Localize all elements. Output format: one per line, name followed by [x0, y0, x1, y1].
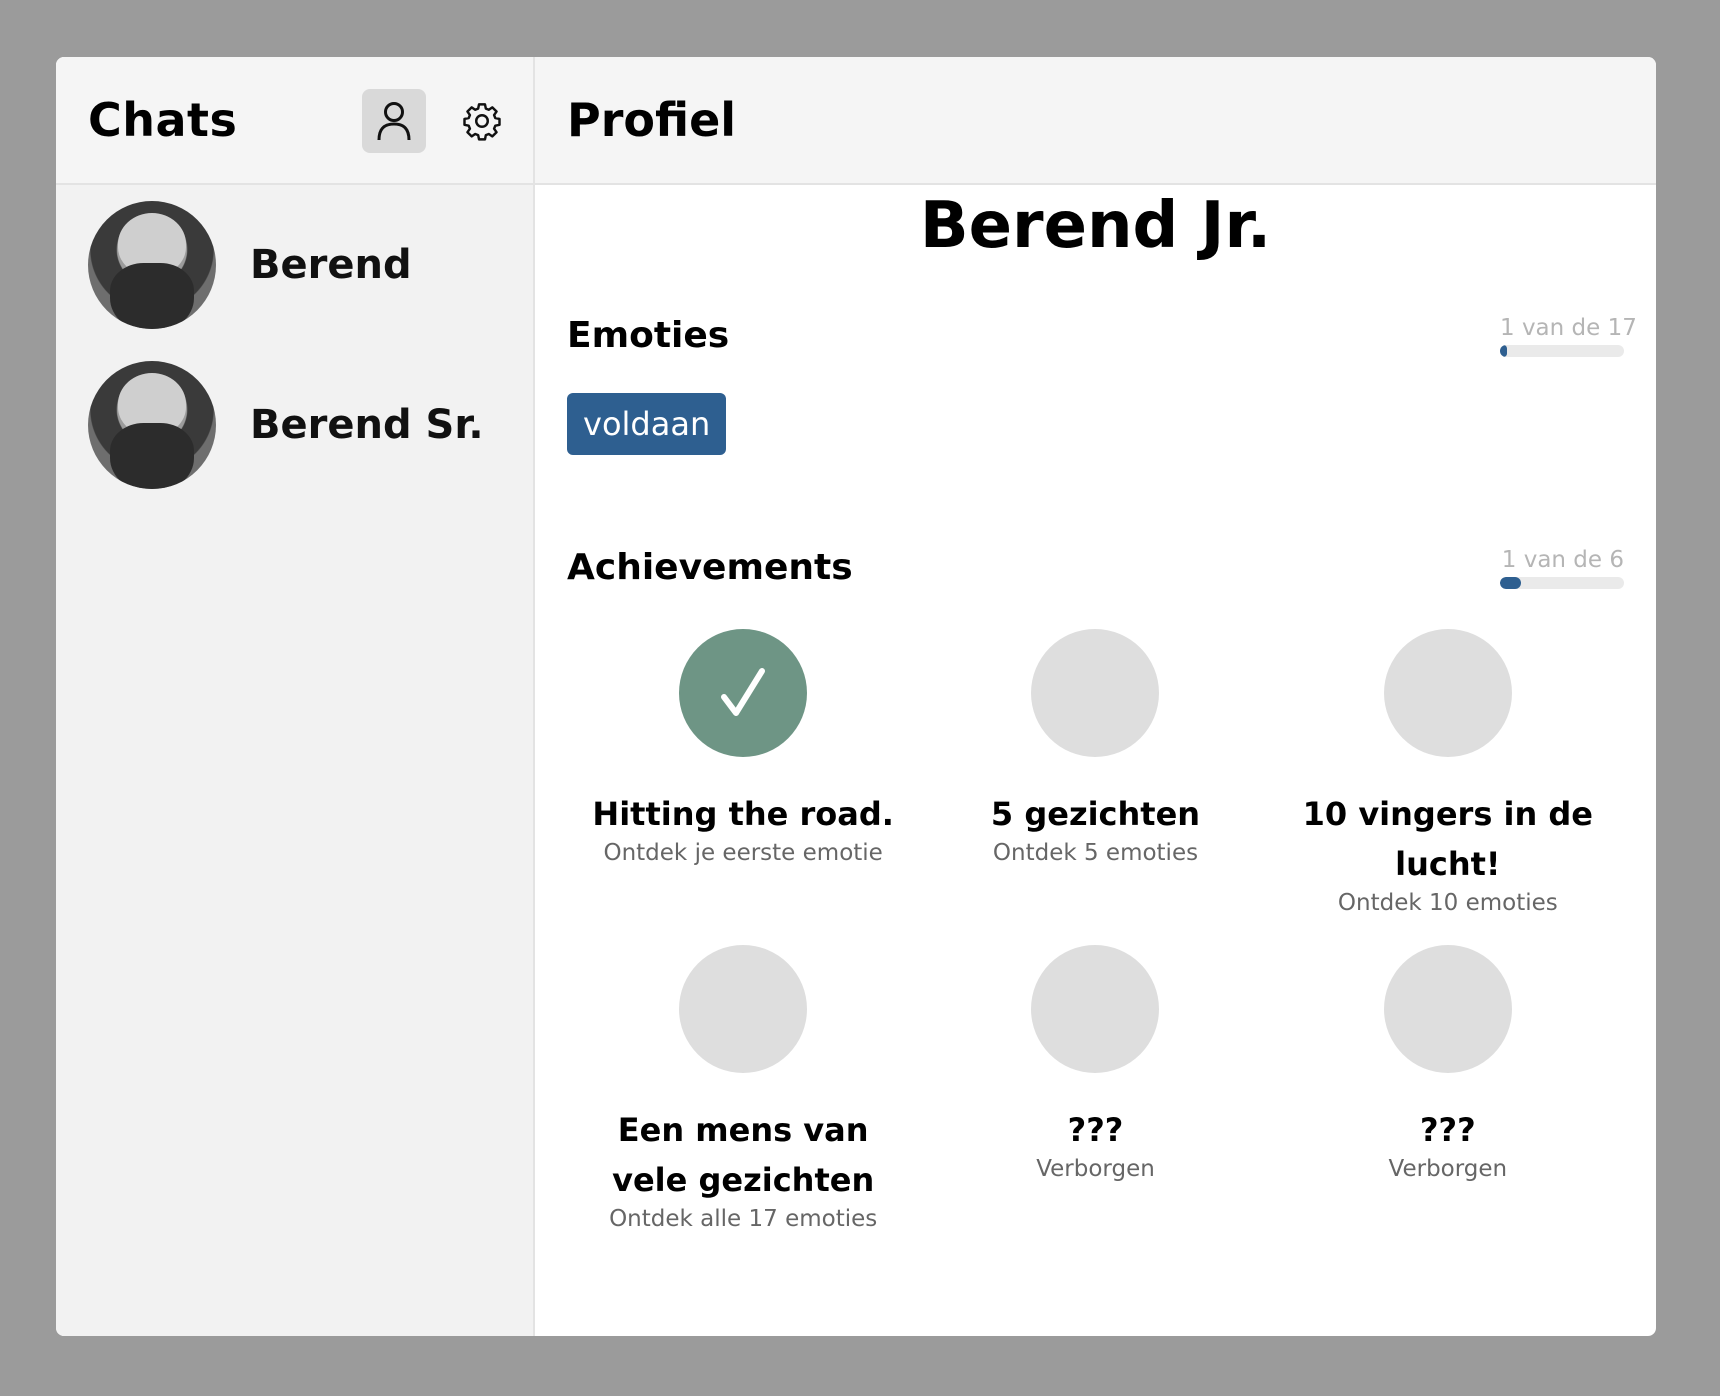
emoties-progress-fill: [1500, 345, 1508, 357]
app-window: Chats Berend Berend Sr. Profiel Berend J…: [56, 57, 1656, 1336]
chat-name: Berend: [250, 242, 412, 288]
achievement-badge: [1031, 945, 1160, 1073]
profile-content: Berend Jr. Emoties 1 van de 17 voldaan A…: [535, 185, 1656, 1233]
sidebar-header: Chats: [56, 57, 533, 185]
profile-button[interactable]: [362, 89, 426, 153]
achievement-desc: Ontdek 5 emoties: [992, 840, 1199, 866]
chat-list: Berend Berend Sr.: [56, 185, 533, 505]
achievement-item: ??? Verborgen: [919, 945, 1271, 1233]
achievement-badge: [1383, 945, 1512, 1073]
achievements-progress-track: [1500, 577, 1624, 589]
achievement-title: 5 gezichten: [990, 795, 1201, 833]
achievement-title: 10 vingers in de lucht!: [1302, 795, 1593, 883]
emoties-progress-track: [1500, 345, 1624, 357]
achievements-section: Achievements 1 van de 6 Hitting the road…: [567, 547, 1624, 1233]
achievement-desc: Verborgen: [1036, 1156, 1155, 1182]
achievement-desc: Ontdek 10 emoties: [1337, 890, 1558, 916]
achievement-desc: Ontdek je eerste emotie: [603, 840, 883, 866]
avatar: [88, 201, 216, 329]
achievement-desc: Ontdek alle 17 emoties: [609, 1206, 878, 1232]
achievement-title: Een mens van vele gezichten: [612, 1111, 875, 1199]
sidebar: Chats Berend Berend Sr.: [56, 57, 535, 1336]
achievement-item: Een mens van vele gezichten Ontdek alle …: [567, 945, 919, 1233]
person-icon: [377, 102, 411, 141]
achievements-grid: Hitting the road. Ontdek je eerste emoti…: [567, 629, 1624, 1233]
achievement-desc: Verborgen: [1388, 1156, 1508, 1182]
settings-button[interactable]: [450, 89, 514, 153]
achievement-badge: [1383, 629, 1512, 757]
achievement-title: Hitting the road.: [592, 795, 894, 833]
emoties-progress-label: 1 van de 17: [1500, 315, 1637, 341]
achievements-progress: 1 van de 6: [1500, 547, 1624, 589]
achievement-item: 5 gezichten Ontdek 5 emoties: [919, 629, 1271, 917]
profile-name: Berend Jr.: [919, 189, 1272, 263]
checkmark-icon: [721, 668, 766, 716]
chat-item-berend-sr[interactable]: Berend Sr.: [56, 345, 533, 505]
achievement-title: ???: [1419, 1111, 1476, 1149]
sidebar-title: Chats: [88, 93, 238, 147]
emoties-section: Emoties 1 van de 17 voldaan: [567, 315, 1637, 455]
emoties-progress: 1 van de 17: [1500, 315, 1637, 357]
emotion-tag[interactable]: voldaan: [567, 393, 727, 455]
emoties-title: Emoties: [567, 315, 730, 356]
achievement-item: Hitting the road. Ontdek je eerste emoti…: [567, 629, 919, 917]
achievements-title: Achievements: [567, 547, 853, 588]
avatar: [88, 361, 216, 489]
achievement-item: 10 vingers in de lucht! Ontdek 10 emotie…: [1272, 629, 1624, 917]
achievements-progress-label: 1 van de 6: [1501, 547, 1624, 573]
chat-name: Berend Sr.: [250, 402, 484, 448]
achievement-badge: [679, 945, 808, 1073]
achievement-badge: [679, 629, 808, 757]
profile-panel: Profiel Berend Jr. Emoties 1 van de 17 v…: [535, 57, 1656, 1336]
chat-item-berend[interactable]: Berend: [56, 185, 533, 345]
achievements-progress-fill: [1500, 577, 1521, 589]
gear-icon: [463, 103, 501, 141]
achievement-title: ???: [1067, 1111, 1124, 1149]
achievement-badge: [1031, 629, 1160, 757]
page-title: Profiel: [567, 93, 737, 147]
achievement-item: ??? Verborgen: [1272, 945, 1624, 1233]
main-header: Profiel: [535, 57, 1656, 185]
